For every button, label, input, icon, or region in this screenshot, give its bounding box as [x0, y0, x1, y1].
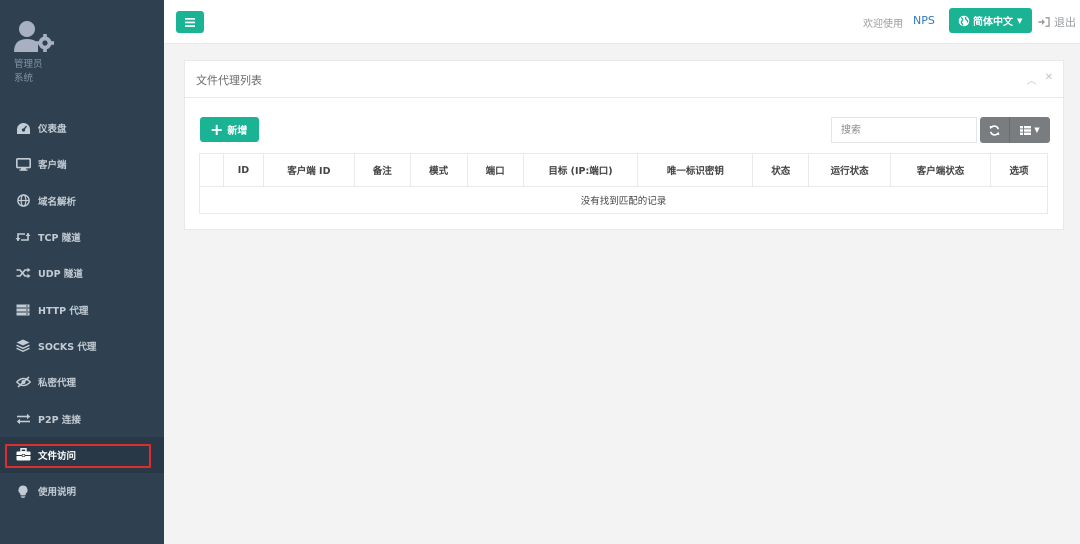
- column-header-target[interactable]: 目标 (IP:端口): [522, 153, 639, 187]
- search-input[interactable]: [831, 117, 977, 143]
- table-toolbar: ▼: [980, 117, 1050, 143]
- language-dropdown[interactable]: 简体中文 ▼: [949, 8, 1032, 33]
- sidebar-item-label: HTTP 代理: [38, 305, 89, 317]
- caret-down-icon: ▼: [1017, 16, 1023, 25]
- sidebar-item-dashboard[interactable]: 仪表盘: [0, 110, 164, 146]
- plus-icon: +: [210, 119, 224, 139]
- dashboard-icon: [15, 120, 31, 136]
- retweet-icon: [15, 229, 31, 245]
- sidebar-item-label: P2P 连接: [38, 414, 81, 426]
- sidebar-item-label: UDP 隧道: [38, 269, 83, 281]
- sidebar-item-label: 客户端: [38, 160, 67, 172]
- briefcase-icon: [15, 447, 31, 463]
- column-header-expand: [199, 153, 224, 187]
- lightbulb-icon: [15, 483, 31, 499]
- close-icon[interactable]: ✕: [1045, 72, 1053, 87]
- profile: 管理员 系统: [14, 20, 154, 86]
- sidebar-item-file-access[interactable]: 文件访问: [0, 436, 164, 473]
- sidebar-item-udp[interactable]: UDP 隧道: [0, 255, 164, 291]
- table-empty-row: 没有找到匹配的记录: [199, 186, 1048, 214]
- column-header-mode[interactable]: 模式: [409, 153, 468, 187]
- brand-link[interactable]: NPS: [913, 14, 935, 27]
- language-label: 简体中文: [973, 17, 1013, 28]
- sidebar-item-private[interactable]: 私密代理: [0, 364, 164, 400]
- column-header-client-status[interactable]: 客户端状态: [890, 153, 991, 187]
- sidebar-item-label: TCP 隧道: [38, 233, 81, 245]
- column-header-options: 选项: [989, 153, 1049, 187]
- profile-role-line2: 系统: [14, 73, 34, 84]
- globe-icon: [15, 193, 31, 209]
- column-header-client-id[interactable]: 客户端 ID: [262, 153, 355, 187]
- profile-role-line1: 管理员: [14, 59, 43, 70]
- profile-role: 管理员 系统: [14, 58, 154, 86]
- sidebar-item-help[interactable]: 使用说明: [0, 473, 164, 509]
- refresh-icon: [989, 124, 1000, 136]
- column-header-id[interactable]: ID: [222, 153, 264, 187]
- panel-header: 文件代理列表 ︿ ✕: [185, 61, 1063, 98]
- sidebar: 管理员 系统 仪表盘 客户端 域名解析 TCP 隧道 UDP 隧道 HTTP 代…: [0, 0, 164, 544]
- column-header-remark[interactable]: 备注: [353, 153, 411, 187]
- toggle-sidebar-button[interactable]: [176, 11, 204, 33]
- exchange-icon: [15, 411, 31, 427]
- desktop-icon: [15, 156, 31, 172]
- layers-icon: [15, 338, 31, 354]
- sidebar-item-label: 使用说明: [38, 487, 77, 499]
- add-button[interactable]: + 新增: [200, 117, 259, 142]
- sidebar-item-tcp[interactable]: TCP 隧道: [0, 219, 164, 255]
- sidebar-nav: 仪表盘 客户端 域名解析 TCP 隧道 UDP 隧道 HTTP 代理 SOCKS…: [0, 110, 164, 509]
- sidebar-item-label: 文件访问: [38, 450, 77, 462]
- column-header-run-status[interactable]: 运行状态: [808, 153, 892, 187]
- column-header-port[interactable]: 端口: [466, 153, 524, 187]
- sidebar-item-label: 域名解析: [38, 196, 77, 208]
- user-cog-icon: [14, 21, 54, 52]
- panel-tools: ︿ ✕: [1027, 72, 1053, 87]
- random-icon: [15, 265, 31, 281]
- logout-link[interactable]: 退出: [1038, 14, 1076, 30]
- sidebar-item-label: 私密代理: [38, 378, 77, 390]
- add-button-label: 新增: [227, 126, 248, 137]
- server-icon: [15, 302, 31, 318]
- sidebar-item-http[interactable]: HTTP 代理: [0, 291, 164, 327]
- top-navbar: 欢迎使用 NPS 简体中文 ▼ 退出: [164, 0, 1080, 44]
- sidebar-item-label: 仪表盘: [38, 124, 67, 136]
- th-list-icon: [1020, 125, 1032, 135]
- column-header-verify-key[interactable]: 唯一标识密钥: [637, 153, 754, 187]
- table-header-row: ID 客户端 ID 备注 模式 端口 目标 (IP:端口) 唯一标识密钥 状态 …: [199, 153, 1049, 187]
- column-header-status[interactable]: 状态: [752, 153, 810, 187]
- sidebar-item-p2p[interactable]: P2P 连接: [0, 400, 164, 436]
- sidebar-item-label: SOCKS 代理: [38, 341, 97, 353]
- sidebar-item-clients[interactable]: 客户端: [0, 146, 164, 182]
- welcome-text: 欢迎使用: [863, 19, 903, 30]
- bars-icon: [185, 17, 195, 27]
- eye-slash-icon: [15, 374, 31, 390]
- sign-in-icon: [1038, 17, 1050, 27]
- logout-label: 退出: [1054, 16, 1076, 29]
- sidebar-item-socks[interactable]: SOCKS 代理: [0, 328, 164, 364]
- columns-toggle-button[interactable]: ▼: [1010, 117, 1050, 143]
- panel-title: 文件代理列表: [196, 74, 262, 87]
- collapse-icon[interactable]: ︿: [1027, 72, 1037, 87]
- refresh-button[interactable]: [980, 117, 1010, 143]
- empty-message: 没有找到匹配的记录: [199, 186, 1048, 214]
- sidebar-item-domain[interactable]: 域名解析: [0, 183, 164, 219]
- globe-icon: [958, 15, 970, 26]
- file-proxy-table: ID 客户端 ID 备注 模式 端口 目标 (IP:端口) 唯一标识密钥 状态 …: [199, 153, 1049, 214]
- caret-down-icon: ▼: [1034, 126, 1040, 134]
